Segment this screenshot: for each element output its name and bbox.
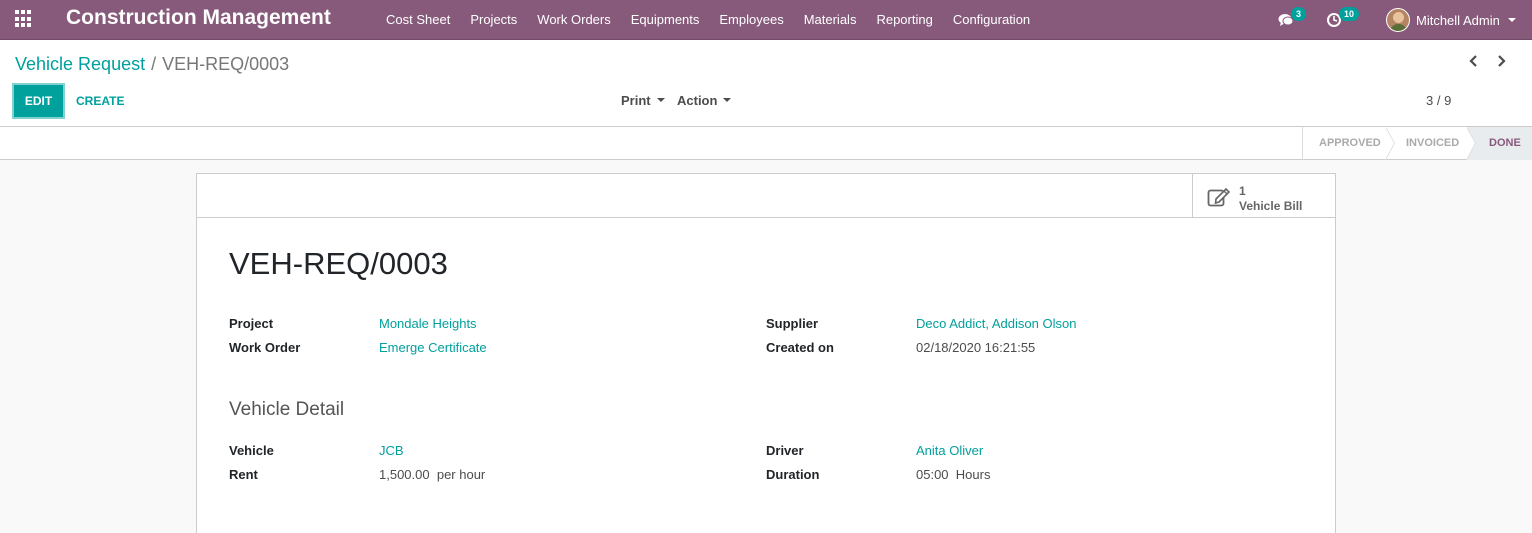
rent-value: 1,500.00 per hour	[379, 467, 485, 482]
menu-item-work-orders[interactable]: Work Orders	[527, 0, 620, 40]
avatar	[1386, 8, 1410, 32]
messaging-menu[interactable]: 3	[1278, 7, 1308, 30]
created-on-label: Created on	[766, 340, 834, 355]
vehicle-detail-heading: Vehicle Detail	[229, 399, 345, 420]
create-button[interactable]: CREATE	[76, 85, 124, 117]
work-order-label: Work Order	[229, 340, 301, 355]
breadcrumb-separator: /	[151, 54, 157, 74]
duration-unit: Hours	[955, 467, 991, 482]
stage-done-current[interactable]: DONE	[1467, 127, 1532, 160]
print-dropdown-label: Print	[621, 93, 651, 108]
supplier-link[interactable]: Deco Addict, Addison Olson	[916, 316, 1076, 331]
menu-item-employees[interactable]: Employees	[709, 0, 793, 40]
stage-invoiced[interactable]: INVOICED	[1386, 127, 1476, 160]
pager-next-icon[interactable]	[1494, 54, 1508, 68]
supplier-label: Supplier	[766, 316, 819, 331]
project-link[interactable]: Mondale Heights	[379, 316, 477, 331]
chat-count-badge: 3	[1291, 7, 1307, 21]
rent-amount: 1,500.00	[379, 467, 430, 482]
vehicle-bill-count: 1	[1239, 184, 1246, 198]
smart-button-box: 1 Vehicle Bill	[197, 174, 1335, 218]
stage-approved-label: APPROVED	[1319, 137, 1381, 149]
driver-label: Driver	[766, 443, 804, 458]
edit-button[interactable]: EDIT	[14, 85, 63, 117]
top-navbar: Construction Management Cost Sheet Proje…	[0, 0, 1532, 40]
rent-unit: per hour	[436, 467, 486, 482]
statusbar: APPROVED INVOICED DONE	[0, 127, 1532, 160]
created-on-value: 02/18/2020 16:21:55	[916, 340, 1036, 355]
work-order-link[interactable]: Emerge Certificate	[379, 340, 487, 355]
menu-item-reporting[interactable]: Reporting	[866, 0, 942, 40]
breadcrumb-parent-link[interactable]: Vehicle Request	[15, 54, 145, 74]
driver-link[interactable]: Anita Oliver	[916, 443, 983, 458]
stage-arrow	[1466, 127, 1476, 160]
rent-label: Rent	[229, 467, 258, 482]
stage-invoiced-label: INVOICED	[1406, 137, 1460, 149]
caret-down-icon	[656, 97, 665, 102]
action-dropdown[interactable]: Action	[677, 85, 732, 117]
edit-document-icon	[1207, 187, 1231, 207]
print-dropdown[interactable]: Print	[621, 85, 665, 117]
status-stages: APPROVED INVOICED DONE	[1302, 127, 1532, 160]
duration-value: 05:00 Hours	[916, 467, 990, 482]
duration-amount: 05:00	[916, 467, 949, 482]
user-name: Mitchell Admin	[1416, 12, 1500, 28]
stage-done-label: DONE	[1489, 137, 1521, 149]
vehicle-link[interactable]: JCB	[379, 443, 404, 458]
control-panel: Vehicle Request / VEH-REQ/0003 EDIT CREATE…	[0, 40, 1532, 127]
menu-item-projects[interactable]: Projects	[460, 0, 527, 40]
menu-item-configuration[interactable]: Configuration	[943, 0, 1040, 40]
project-label: Project	[229, 316, 274, 331]
stage-approved[interactable]: APPROVED	[1303, 127, 1395, 160]
breadcrumb-current: VEH-REQ/0003	[162, 54, 290, 74]
pager-value[interactable]: 3 / 9	[1426, 85, 1451, 117]
activity-count-badge: 10	[1339, 7, 1360, 21]
pager-previous-icon[interactable]	[1467, 54, 1481, 68]
vehicle-bill-button[interactable]: 1 Vehicle Bill	[1192, 174, 1335, 218]
breadcrumb: Vehicle Request / VEH-REQ/0003	[15, 54, 289, 75]
app-brand-title[interactable]: Construction Management	[66, 6, 331, 30]
main-menu: Cost Sheet Projects Work Orders Equipmen…	[376, 0, 1040, 40]
stage-arrow	[1385, 127, 1395, 160]
user-menu[interactable]: Mitchell Admin	[1386, 5, 1516, 35]
activity-menu[interactable]: 10	[1326, 7, 1360, 30]
duration-label: Duration	[766, 467, 820, 482]
action-dropdown-label: Action	[677, 93, 718, 108]
caret-down-icon	[723, 97, 732, 102]
menu-item-materials[interactable]: Materials	[794, 0, 867, 40]
vehicle-label: Vehicle	[229, 443, 274, 458]
menu-item-equipments[interactable]: Equipments	[621, 0, 710, 40]
record-title: VEH-REQ/0003	[229, 246, 448, 281]
form-sheet: 1 Vehicle Bill VEH-REQ/0003 Project Mond…	[196, 173, 1336, 533]
chevron-down-icon	[1507, 18, 1516, 22]
menu-item-cost-sheet[interactable]: Cost Sheet	[376, 0, 460, 40]
vehicle-bill-label: Vehicle Bill	[1239, 199, 1303, 213]
apps-menu-icon[interactable]	[15, 10, 33, 28]
